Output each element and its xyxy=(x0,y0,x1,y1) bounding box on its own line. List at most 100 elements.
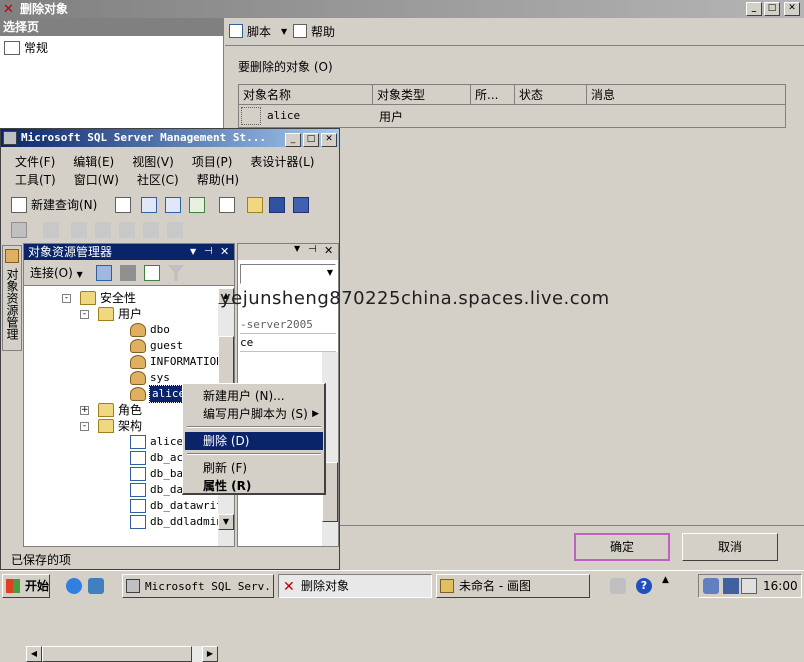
tree-item[interactable]: - 安全性 xyxy=(62,290,218,306)
task-paint-label: 未命名 - 画图 xyxy=(459,579,531,593)
help-circle-icon[interactable]: ? xyxy=(636,578,652,594)
scroll-right-arrow-icon[interactable]: ▶ xyxy=(202,646,218,662)
summary-close-icon[interactable]: ✕ xyxy=(324,244,333,257)
tree-item-label: alice xyxy=(150,435,184,448)
collapse-icon[interactable]: - xyxy=(80,422,89,431)
summary-dropdown-icon[interactable]: ▼ xyxy=(294,244,300,253)
menu-file[interactable]: 文件(F) xyxy=(13,153,57,171)
start-button[interactable]: 开始 xyxy=(2,574,50,598)
query-toolbar xyxy=(7,219,197,241)
collapse-icon[interactable]: - xyxy=(62,294,71,303)
col-owner[interactable]: 所... xyxy=(471,85,515,105)
ssms-maximize-button[interactable]: □ xyxy=(303,133,319,147)
menu-refresh[interactable]: 刷新 (F) xyxy=(185,459,323,477)
tree-horizontal-scrollbar[interactable]: ◀ ▶ xyxy=(26,646,218,662)
network-user-icon[interactable] xyxy=(703,578,719,594)
task-paint[interactable]: 未命名 - 画图 xyxy=(436,574,590,598)
object-explorer-title: 对象资源管理器 ▼ ⊣ ✕ xyxy=(24,244,234,260)
minimize-button[interactable]: _ xyxy=(746,2,762,16)
filter-icon[interactable] xyxy=(168,265,184,281)
tree-item[interactable]: db_ddladmin xyxy=(130,514,218,530)
help-label: 帮助 xyxy=(311,25,336,39)
menu-bar-row1: 文件(F) 编辑(E) 视图(V) 项目(P) 表设计器(L) xyxy=(13,153,333,171)
menu-community[interactable]: 社区(C) xyxy=(135,171,181,189)
ok-button[interactable]: 确定 xyxy=(574,533,670,561)
scroll-down-arrow-icon[interactable]: ▼ xyxy=(218,514,234,530)
clock: 16:00 xyxy=(763,579,798,593)
task-delete-object[interactable]: ✕ 删除对象 xyxy=(278,574,432,598)
menu-help[interactable]: 帮助(H) xyxy=(195,171,241,189)
pane-close-icon[interactable]: ✕ xyxy=(220,244,229,260)
menu-table-designer[interactable]: 表设计器(L) xyxy=(248,153,316,171)
show-desktop-icon[interactable] xyxy=(88,578,104,594)
language-bar-icon[interactable] xyxy=(610,578,626,594)
registered-servers-icon[interactable] xyxy=(71,222,87,238)
schema-icon xyxy=(130,435,146,449)
footer-separator xyxy=(340,525,804,526)
copy-icon[interactable] xyxy=(219,197,235,213)
objects-label: 要删除的对象 (O) xyxy=(238,60,333,74)
menu-view[interactable]: 视图(V) xyxy=(130,153,176,171)
connect-label: 连接(O) xyxy=(30,266,73,280)
grid-results-icon[interactable] xyxy=(167,222,183,238)
collapse-icon[interactable]: - xyxy=(80,310,89,319)
mdx-query-icon[interactable] xyxy=(141,197,157,213)
sql-agent-icon[interactable] xyxy=(723,578,739,594)
col-status[interactable]: 状态 xyxy=(515,85,587,105)
save-icon[interactable] xyxy=(269,197,285,213)
menu-script-user-as[interactable]: 编写用户脚本为 (S) ▶ xyxy=(185,405,323,423)
summary-combo[interactable]: ▼ xyxy=(240,264,336,284)
scroll-left-arrow-icon[interactable]: ◀ xyxy=(26,646,42,662)
tree-item[interactable]: dbo xyxy=(130,322,218,338)
menu-tools[interactable]: 工具(T) xyxy=(13,171,58,189)
properties-icon[interactable] xyxy=(43,222,59,238)
ssms-minimize-button[interactable]: _ xyxy=(285,133,301,147)
dmx-query-icon[interactable] xyxy=(165,197,181,213)
tray-expand-icon[interactable]: ▲ xyxy=(662,575,669,585)
object-explorer-icon[interactable] xyxy=(11,222,27,238)
task-delete-icon: ✕ xyxy=(283,579,295,595)
close-button[interactable]: ✕ xyxy=(784,2,800,16)
expand-icon[interactable]: + xyxy=(80,406,89,415)
menu-delete[interactable]: 删除 (D) xyxy=(185,432,323,450)
task-ssms-icon xyxy=(126,579,140,593)
menu-edit[interactable]: 编辑(E) xyxy=(71,153,116,171)
menu-new-user[interactable]: 新建用户 (N)... xyxy=(185,387,323,405)
xmla-query-icon[interactable] xyxy=(189,197,205,213)
cancel-button[interactable]: 取消 xyxy=(682,533,778,561)
tree-item[interactable]: - 用户 xyxy=(80,306,218,322)
save-all-icon[interactable] xyxy=(293,197,309,213)
volume-icon[interactable] xyxy=(741,578,757,594)
vertical-tab-label: 对象资源管理器 xyxy=(0,268,19,340)
text-results-icon[interactable] xyxy=(119,222,135,238)
col-object-type[interactable]: 对象类型 xyxy=(373,85,471,105)
ie-icon[interactable] xyxy=(66,578,82,594)
menu-window[interactable]: 窗口(W) xyxy=(72,171,121,189)
template-explorer-icon[interactable] xyxy=(95,222,111,238)
menu-project[interactable]: 项目(P) xyxy=(190,153,235,171)
table-row[interactable]: alice 用户 xyxy=(239,105,785,127)
object-explorer-vertical-tab[interactable]: 对象资源管理器 xyxy=(0,245,22,351)
tree-item-label: dbo xyxy=(150,323,170,336)
objects-grid[interactable]: 对象名称 对象类型 所... 状态 消息 alice 用户 xyxy=(238,84,786,128)
maximize-button[interactable]: □ xyxy=(764,2,780,16)
col-object-name[interactable]: 对象名称 xyxy=(239,85,373,105)
connect-object-icon[interactable] xyxy=(96,265,112,281)
tree-item[interactable]: guest xyxy=(130,338,218,354)
xml-results-icon[interactable] xyxy=(143,222,159,238)
refresh-icon[interactable] xyxy=(144,265,160,281)
task-ssms[interactable]: Microsoft SQL Serv... xyxy=(122,574,274,598)
open-folder-icon[interactable] xyxy=(247,197,263,213)
pin-icon[interactable]: ⊣ xyxy=(204,244,213,260)
pane-dropdown-icon[interactable]: ▼ xyxy=(190,244,196,260)
hscroll-thumb[interactable] xyxy=(42,646,192,662)
col-message[interactable]: 消息 xyxy=(587,85,785,105)
menu-properties[interactable]: 属性 (R) xyxy=(185,477,323,495)
tree-item[interactable]: db_datawrit xyxy=(130,498,218,514)
new-file-icon[interactable] xyxy=(115,197,131,213)
ssms-close-button[interactable]: ✕ xyxy=(321,133,337,147)
summary-pin-icon[interactable]: ⊣ xyxy=(308,244,317,255)
tree-item[interactable]: INFORMATION xyxy=(130,354,218,370)
connect-button[interactable]: 连接(O) ▼ xyxy=(30,264,83,282)
disconnect-icon[interactable] xyxy=(120,265,136,281)
